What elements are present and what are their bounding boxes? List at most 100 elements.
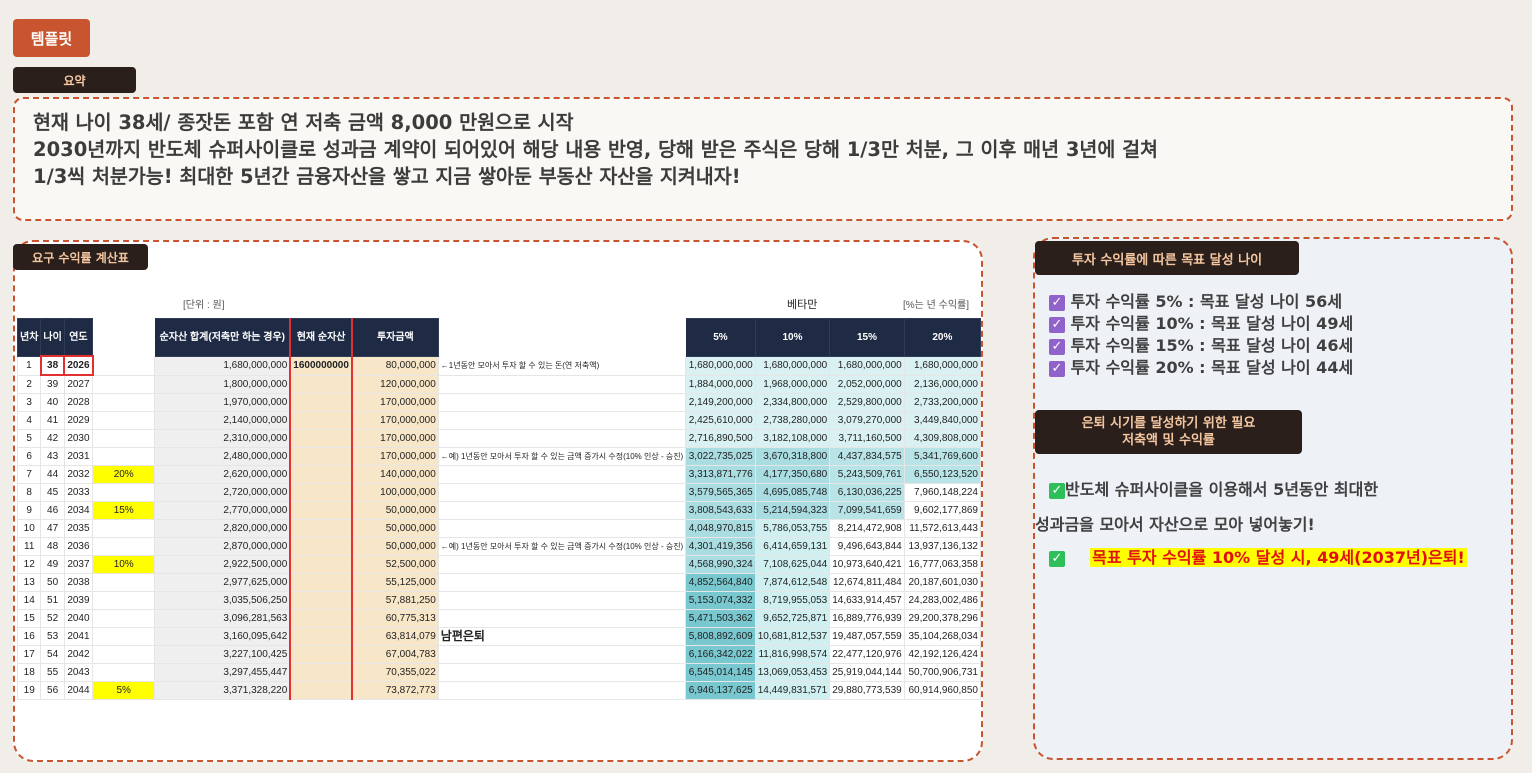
table-cell[interactable]: 22,477,120,976: [829, 645, 905, 664]
table-cell[interactable]: 6,946,137,625: [685, 681, 756, 700]
table-cell[interactable]: [437, 393, 687, 412]
table-cell[interactable]: 73,872,773: [351, 681, 439, 700]
table-cell[interactable]: 55: [40, 663, 65, 682]
table-cell[interactable]: 3,079,270,000: [829, 411, 905, 430]
table-cell[interactable]: 1,970,000,000: [154, 393, 291, 412]
table-cell[interactable]: 3,579,565,365: [685, 483, 756, 502]
table-cell[interactable]: 170,000,000: [351, 393, 439, 412]
table-cell[interactable]: [437, 681, 687, 700]
table-cell[interactable]: [437, 609, 687, 628]
table-cell[interactable]: 2,334,800,000: [754, 393, 831, 412]
table-cell[interactable]: 2041: [63, 627, 94, 646]
table-cell[interactable]: 50,000,000: [351, 519, 439, 538]
table-cell[interactable]: 5,341,769,600: [903, 447, 981, 466]
table-cell[interactable]: 16: [16, 627, 42, 646]
table-cell[interactable]: [437, 573, 687, 592]
table-cell[interactable]: 1,680,000,000: [754, 355, 831, 376]
table-cell[interactable]: 54: [40, 645, 65, 664]
table-cell[interactable]: 4: [16, 411, 42, 430]
table-cell[interactable]: 1,680,000,000: [903, 355, 981, 376]
table-cell[interactable]: [437, 374, 687, 394]
table-cell[interactable]: 2031: [63, 447, 94, 466]
table-cell[interactable]: 19: [16, 681, 42, 700]
table-cell[interactable]: [289, 681, 353, 700]
table-cell[interactable]: 44: [40, 465, 65, 484]
table-cell[interactable]: 6,550,123,520: [903, 465, 981, 484]
table-cell[interactable]: 3,297,455,447: [154, 663, 291, 682]
table-cell[interactable]: [437, 411, 687, 430]
table-cell[interactable]: 2038: [63, 573, 94, 592]
table-cell[interactable]: 2,716,890,500: [685, 429, 756, 448]
table-cell[interactable]: 52,500,000: [351, 555, 439, 574]
table-cell[interactable]: 50,000,000: [351, 537, 439, 556]
table-cell[interactable]: 42,192,126,424: [903, 645, 981, 664]
table-cell[interactable]: [437, 663, 687, 682]
table-cell[interactable]: 39: [40, 374, 65, 394]
table-cell[interactable]: 4,177,350,680: [754, 465, 831, 484]
table-cell[interactable]: 2,922,500,000: [154, 555, 291, 574]
table-cell[interactable]: 47: [40, 519, 65, 538]
table-cell[interactable]: 14,633,914,457: [829, 591, 905, 610]
table-cell[interactable]: 2043: [63, 663, 94, 682]
table-cell[interactable]: 4,568,990,324: [685, 555, 756, 574]
table-cell[interactable]: ←예) 1년동안 모아서 투자 할 수 있는 금액 증가시 수정(10% 인상 …: [437, 537, 687, 556]
table-cell[interactable]: 16,777,063,358: [903, 555, 981, 574]
table-cell[interactable]: 100,000,000: [351, 483, 439, 502]
table-cell[interactable]: 6: [16, 447, 42, 466]
table-cell[interactable]: 9,602,177,869: [903, 501, 981, 520]
table-cell[interactable]: 57,881,250: [351, 591, 439, 610]
table-cell[interactable]: 170,000,000: [351, 411, 439, 430]
table-cell[interactable]: 51: [40, 591, 65, 610]
table-cell[interactable]: [289, 537, 353, 556]
table-cell[interactable]: [289, 465, 353, 484]
table-cell[interactable]: 70,355,022: [351, 663, 439, 682]
table-cell[interactable]: 1: [16, 355, 42, 376]
table-cell[interactable]: [289, 393, 353, 412]
table-cell[interactable]: 15%: [92, 501, 156, 520]
table-cell[interactable]: 2037: [63, 555, 94, 574]
table-cell[interactable]: 8,214,472,908: [829, 519, 905, 538]
table-cell[interactable]: 53: [40, 627, 65, 646]
table-cell[interactable]: 35,104,268,034: [903, 627, 981, 646]
table-cell[interactable]: 29,880,773,539: [829, 681, 905, 700]
table-cell[interactable]: 2035: [63, 519, 94, 538]
table-cell[interactable]: 48: [40, 537, 65, 556]
table-cell[interactable]: 13,069,053,453: [754, 663, 831, 682]
table-cell[interactable]: 2039: [63, 591, 94, 610]
table-cell[interactable]: 2032: [63, 465, 94, 484]
table-cell[interactable]: 50: [40, 573, 65, 592]
table-cell[interactable]: 4,048,970,815: [685, 519, 756, 538]
table-cell[interactable]: 1600000000: [289, 355, 353, 376]
table-cell[interactable]: 50,000,000: [351, 501, 439, 520]
table-cell[interactable]: 2033: [63, 483, 94, 502]
table-cell[interactable]: 14: [16, 591, 42, 610]
table-cell[interactable]: [437, 645, 687, 664]
table-cell[interactable]: 7,874,612,548: [754, 573, 831, 592]
table-cell[interactable]: [289, 429, 353, 448]
table-cell[interactable]: 2,720,000,000: [154, 483, 291, 502]
table-cell[interactable]: 25,919,044,144: [829, 663, 905, 682]
table-cell[interactable]: 46: [40, 501, 65, 520]
table-cell[interactable]: [437, 591, 687, 610]
table-cell[interactable]: 2027: [63, 374, 94, 394]
table-cell[interactable]: 170,000,000: [351, 447, 439, 466]
table-cell[interactable]: 2030: [63, 429, 94, 448]
table-cell[interactable]: 140,000,000: [351, 465, 439, 484]
table-cell[interactable]: [92, 645, 156, 664]
table-cell[interactable]: 10,681,812,537: [754, 627, 831, 646]
table-cell[interactable]: [289, 501, 353, 520]
table-cell[interactable]: 14,449,831,571: [754, 681, 831, 700]
table-cell[interactable]: 49: [40, 555, 65, 574]
table-cell[interactable]: 8: [16, 483, 42, 502]
table-cell[interactable]: [289, 555, 353, 574]
table-cell[interactable]: 9,652,725,871: [754, 609, 831, 628]
table-cell[interactable]: 2,620,000,000: [154, 465, 291, 484]
table-cell[interactable]: [289, 447, 353, 466]
table-cell[interactable]: 11,816,998,574: [754, 645, 831, 664]
table-cell[interactable]: 13,937,136,132: [903, 537, 981, 556]
table-cell[interactable]: [92, 411, 156, 430]
table-cell[interactable]: 2,149,200,000: [685, 393, 756, 412]
table-cell[interactable]: [289, 519, 353, 538]
table-cell[interactable]: 3,096,281,563: [154, 609, 291, 628]
table-cell[interactable]: 6,130,036,225: [829, 483, 905, 502]
